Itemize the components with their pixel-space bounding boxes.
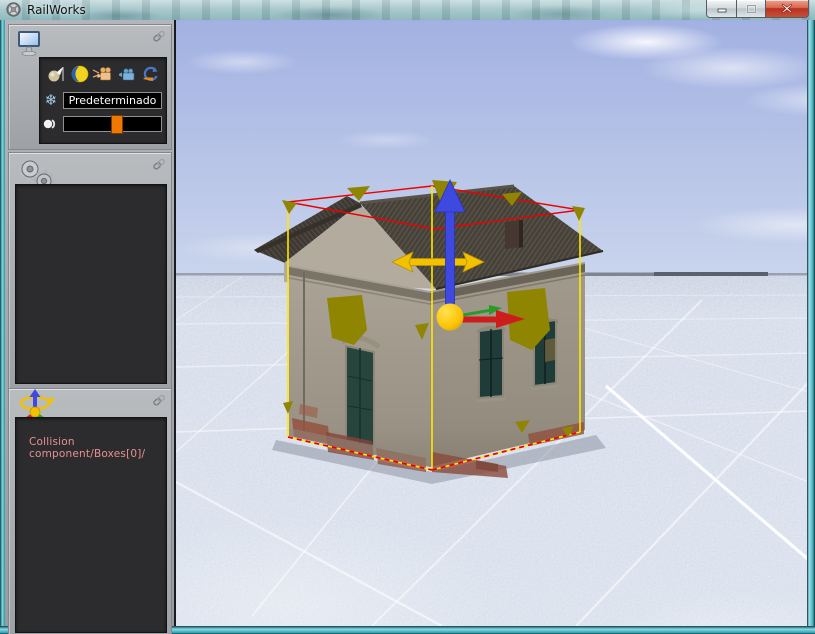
window-1-sill (476, 399, 506, 401)
close-button[interactable] (766, 0, 809, 18)
window-title: RailWorks (27, 3, 86, 17)
monitor-icon (15, 28, 45, 58)
panel-display: ❄ Predeterminado (8, 24, 172, 150)
light-tool-button[interactable] (45, 64, 67, 84)
film-camera-orange-icon (92, 66, 114, 82)
link-icon[interactable] (152, 393, 166, 407)
scene-overlay (176, 20, 807, 626)
moon-icon (71, 65, 89, 83)
maximize-icon (746, 4, 757, 14)
close-icon (781, 3, 793, 14)
gizmo-center-handle[interactable] (437, 304, 464, 331)
railworks-window: RailWorks (0, 0, 815, 634)
camera-a-button[interactable] (92, 64, 114, 84)
season-preset-field[interactable]: Predeterminado (63, 92, 162, 109)
time-of-day-button[interactable] (69, 64, 91, 84)
minimize-button[interactable] (706, 0, 737, 18)
light-sphere-icon (47, 66, 65, 83)
link-icon[interactable] (152, 157, 166, 171)
snowflake-icon: ❄ (43, 91, 59, 109)
transform-panel-body[interactable]: Collision component/Boxes[0]/ (15, 417, 167, 633)
reset-arrows-icon (141, 65, 159, 83)
film-camera-blue-icon (118, 67, 136, 82)
minimize-icon (717, 4, 727, 13)
camera-b-button[interactable] (116, 64, 138, 84)
panel-settings (8, 152, 172, 390)
reset-view-button[interactable] (139, 64, 161, 84)
display-panel-body: ❄ Predeterminado (39, 57, 167, 144)
light-slider[interactable] (63, 116, 162, 132)
settings-panel-body[interactable] (15, 184, 167, 384)
selection-path-text: Collision component/Boxes[0]/ (16, 418, 166, 460)
tool-sidebar: ❄ Predeterminado (5, 20, 175, 626)
app-logo-icon (6, 2, 21, 17)
toggle-icon (43, 118, 59, 130)
link-icon[interactable] (152, 29, 166, 43)
maximize-button[interactable] (737, 0, 766, 18)
panel-transform: Collision component/Boxes[0]/ (8, 388, 172, 634)
title-bar[interactable]: RailWorks (0, 0, 815, 21)
light-slider-handle[interactable] (111, 115, 123, 134)
viewport-3d[interactable] (174, 20, 807, 626)
window-border-right (807, 20, 815, 634)
